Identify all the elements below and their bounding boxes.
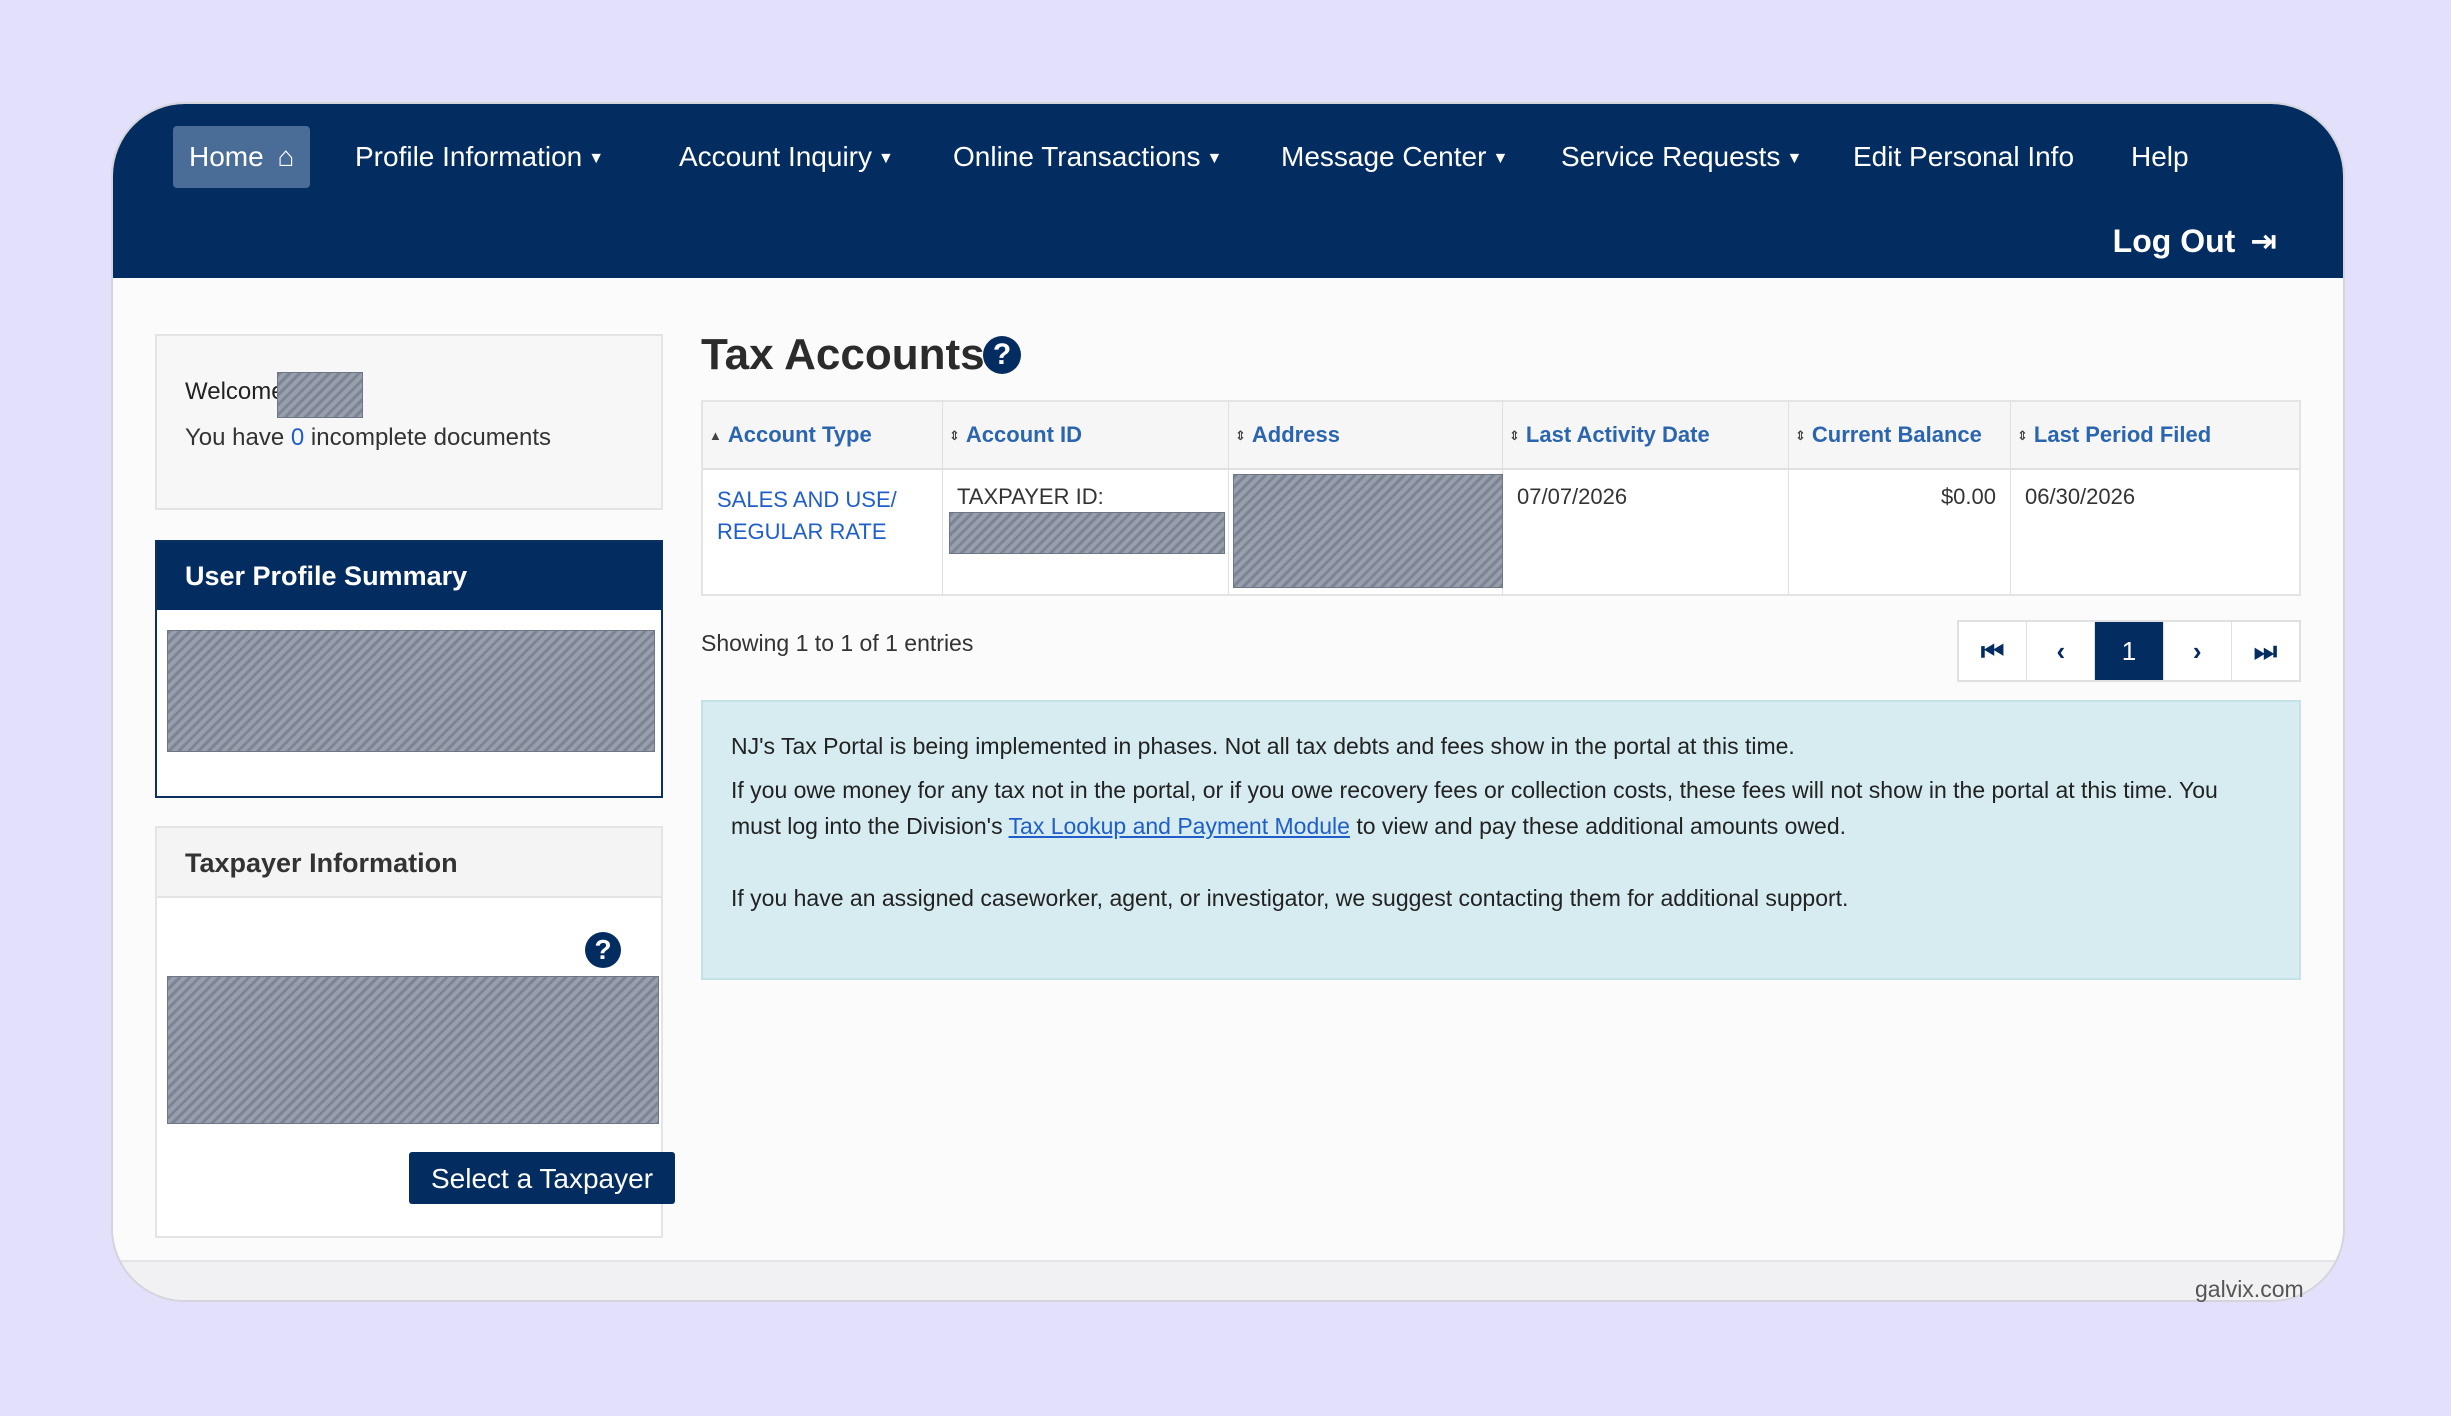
nav-online-transactions-label: Online Transactions [953, 141, 1201, 172]
account-type-link[interactable]: SALES AND USE/ REGULAR RATE [703, 468, 943, 594]
column-label: Last Activity Date [1525, 422, 1710, 447]
caret-down-icon: ▼ [1786, 149, 1803, 167]
nav-home[interactable]: Home ⌂ [173, 126, 311, 188]
browser-frame: Home ⌂ Profile Information ▼ Account Inqu… [113, 104, 2343, 1300]
sort-asc-icon: ▲ [709, 428, 722, 444]
last-activity-date-cell: 07/07/2026 [1503, 468, 1789, 594]
address-cell [1229, 468, 1503, 594]
showing-entries-text: Showing 1 to 1 of 1 entries [701, 630, 974, 656]
column-label: Address [1251, 422, 1340, 447]
sort-icon: ⇕ [949, 428, 960, 444]
account-type-line1: SALES AND USE/ [717, 487, 897, 512]
incomplete-suffix: incomplete documents [304, 424, 552, 451]
column-label: Last Period Filed [2033, 422, 2212, 447]
notice-line-2: If you owe money for any tax not in the … [731, 772, 2251, 844]
account-type-line2: REGULAR RATE [717, 519, 887, 544]
logout-icon: ⇥ [2250, 223, 2277, 259]
nav-message-center-label: Message Center [1281, 141, 1487, 172]
incomplete-prefix: You have [185, 424, 291, 451]
last-period-filed-cell: 06/30/2026 [2025, 484, 2136, 509]
sort-icon: ⇕ [1509, 428, 1520, 444]
nav-profile-information[interactable]: Profile Information ▼ [341, 126, 618, 188]
sort-icon: ⇕ [1235, 428, 1246, 444]
logout-button[interactable]: Log Out ⇥ [2113, 222, 2277, 260]
nav-profile-information-label: Profile Information [355, 141, 583, 172]
notice-line-1: NJ's Tax Portal is being implemented in … [731, 733, 1795, 759]
column-label: Current Balance [1811, 422, 1982, 447]
column-header-account-id[interactable]: ⇕ Account ID [943, 402, 1229, 468]
column-header-current-balance[interactable]: ⇕ Current Balance [1789, 402, 2011, 468]
user-profile-summary-title: User Profile Summary [157, 542, 661, 610]
nav-account-inquiry[interactable]: Account Inquiry ▼ [665, 126, 908, 188]
sort-icon: ⇕ [1795, 428, 1806, 444]
column-label: Account ID [965, 422, 1083, 447]
redacted-account-id [949, 512, 1225, 554]
nav-message-center[interactable]: Message Center ▼ [1267, 126, 1522, 188]
nav-help[interactable]: Help [2117, 126, 2203, 188]
logout-label: Log Out [2112, 223, 2236, 259]
table-header: ▲ Account Type ⇕ Account ID ⇕ Address ⇕ Last… [703, 402, 2299, 470]
notice-line-2b: to view and pay these additional amounts… [1349, 813, 1847, 839]
caret-down-icon: ▼ [1206, 149, 1223, 167]
nav-online-transactions[interactable]: Online Transactions ▼ [939, 126, 1236, 188]
previous-page-icon[interactable]: ‹ [2027, 622, 2096, 680]
next-page-icon[interactable]: › [2164, 622, 2232, 680]
tax-portal-notice: NJ's Tax Portal is being implemented in … [701, 700, 2301, 980]
help-question-icon[interactable]: ? [585, 932, 621, 968]
tax-accounts-help-icon[interactable]: ? [983, 336, 1021, 374]
account-id-label: TAXPAYER ID: [957, 484, 1104, 509]
watermark-text: galvix.com [2195, 1276, 2304, 1302]
welcome-panel: Welcome You have 0 incomplete documents [155, 334, 663, 510]
nav-edit-personal-info-label: Edit Personal Info [1853, 141, 2075, 172]
tax-accounts-title: Tax Accounts [701, 330, 985, 379]
footer-strip [113, 1260, 2343, 1300]
last-page-icon[interactable]: ⏭ [2232, 622, 2299, 680]
tax-lookup-payment-module-link[interactable]: Tax Lookup and Payment Module [1009, 813, 1350, 839]
nav-edit-personal-info[interactable]: Edit Personal Info [1839, 126, 2088, 188]
nav-service-requests[interactable]: Service Requests ▼ [1547, 126, 1816, 188]
account-id-cell: TAXPAYER ID: [943, 468, 1229, 594]
column-header-last-activity-date[interactable]: ⇕ Last Activity Date [1503, 402, 1789, 468]
column-header-account-type[interactable]: ▲ Account Type [703, 402, 943, 468]
incomplete-documents-text: You have 0 incomplete documents [185, 424, 551, 452]
select-taxpayer-button[interactable]: Select a Taxpayer [409, 1152, 675, 1204]
redacted-profile-summary [167, 630, 655, 752]
redacted-address [1233, 474, 1503, 588]
nav-account-inquiry-label: Account Inquiry [679, 141, 872, 172]
current-balance-cell: $0.00 [1789, 468, 2011, 594]
top-navigation: Home ⌂ Profile Information ▼ Account Inqu… [113, 104, 2343, 278]
page-number-button[interactable]: 1 [2095, 622, 2164, 680]
caret-down-icon: ▼ [1492, 149, 1509, 167]
pagination: ⏮ ‹ 1 › ⏭ [1957, 620, 2301, 682]
redacted-username [277, 372, 363, 418]
column-label: Account Type [727, 422, 872, 447]
nav-home-label: Home [189, 141, 264, 172]
caret-down-icon: ▼ [878, 149, 894, 167]
welcome-greeting: Welcome [185, 378, 285, 405]
sort-icon: ⇕ [2017, 428, 2028, 444]
user-profile-summary-panel: User Profile Summary [155, 540, 663, 798]
first-page-icon[interactable]: ⏮ [1959, 622, 2028, 680]
nav-service-requests-label: Service Requests [1561, 141, 1781, 172]
taxpayer-information-panel: Taxpayer Information ? Select a Taxpayer [155, 826, 675, 1238]
notice-line-3: If you have an assigned caseworker, agen… [731, 885, 1849, 911]
redacted-taxpayer-info [167, 976, 659, 1124]
incomplete-count-link[interactable]: 0 [291, 424, 304, 451]
column-header-address[interactable]: ⇕ Address [1229, 402, 1503, 468]
tax-accounts-table: ▲ Account Type ⇕ Account ID ⇕ Address ⇕ Last… [701, 400, 2301, 596]
home-icon: ⌂ [277, 141, 295, 172]
taxpayer-information-title: Taxpayer Information [157, 828, 661, 898]
nav-help-label: Help [2131, 141, 2189, 172]
column-header-last-period-filed[interactable]: ⇕ Last Period Filed [2011, 402, 2299, 468]
caret-down-icon: ▼ [588, 149, 605, 167]
